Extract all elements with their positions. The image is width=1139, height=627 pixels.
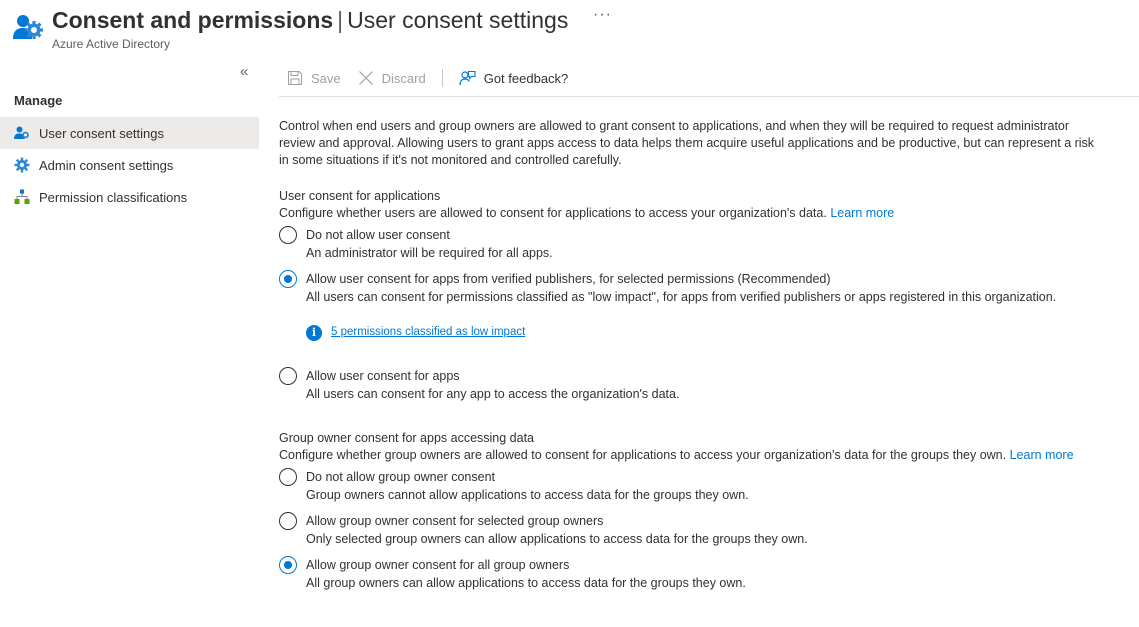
- sidebar-nav: User consent settings Admin consent sett…: [0, 117, 259, 213]
- radio-button[interactable]: [279, 512, 297, 530]
- radio-option-do-not-allow-user-consent[interactable]: Do not allow user consent An administrat…: [279, 226, 1099, 262]
- sidebar-section-label: Manage: [14, 93, 63, 108]
- sidebar-item-label: User consent settings: [39, 125, 165, 141]
- toolbar-divider: [441, 69, 443, 87]
- page-title: Consent and permissions | User consent set…: [52, 5, 568, 35]
- user-consent-section-title: User consent for applications: [279, 189, 441, 203]
- sidebar: « Manage User consent settings Admin con…: [0, 60, 260, 627]
- discard-button[interactable]: Discard: [358, 60, 426, 97]
- info-icon: i: [306, 324, 322, 341]
- save-icon: [288, 71, 302, 85]
- radio-option-do-not-allow-group-owner-consent[interactable]: Do not allow group owner consent Group o…: [279, 468, 1099, 504]
- option-label: Allow user consent for apps from verifie…: [306, 272, 831, 286]
- user-consent-section-description: Configure whether users are allowed to c…: [279, 205, 1099, 222]
- feedback-button[interactable]: Got feedback?: [459, 60, 569, 97]
- option-label: Do not allow group owner consent: [306, 470, 496, 484]
- option-description: All users can consent for any app to acc…: [306, 387, 680, 401]
- command-bar: Save Discard Got feedback?: [279, 60, 1139, 97]
- save-label: Save: [311, 70, 341, 86]
- main-content: Save Discard Got feedback? Control when …: [279, 60, 1139, 627]
- page-subtitle: Azure Active Directory: [52, 37, 171, 51]
- radio-option-allow-verified-publishers[interactable]: Allow user consent for apps from verifie…: [279, 270, 1099, 341]
- collapse-sidebar-button[interactable]: «: [240, 63, 248, 80]
- option-label: Allow group owner consent for all group …: [306, 558, 570, 572]
- intro-text: Control when end users and group owners …: [279, 119, 1095, 167]
- group-consent-description-text: Configure whether group owners are allow…: [279, 448, 1007, 462]
- sidebar-item-admin-consent-settings[interactable]: Admin consent settings: [0, 149, 259, 181]
- radio-button-selected[interactable]: [279, 556, 297, 574]
- option-label: Do not allow user consent: [306, 228, 450, 242]
- radio-option-allow-user-consent-for-apps[interactable]: Allow user consent for apps All users ca…: [279, 367, 1099, 403]
- option-label: Allow user consent for apps: [306, 369, 460, 383]
- sidebar-item-label: Permission classifications: [39, 189, 188, 205]
- low-impact-permissions-info: i 5 permissions classified as low impact: [306, 324, 1099, 341]
- option-description: Only selected group owners can allow app…: [306, 532, 808, 546]
- user-consent-learn-more-link[interactable]: Learn more: [830, 206, 894, 220]
- option-label: Allow group owner consent for selected g…: [306, 514, 604, 528]
- user-gear-icon: [13, 15, 43, 39]
- group-consent-learn-more-link[interactable]: Learn more: [1010, 448, 1074, 462]
- feedback-label: Got feedback?: [483, 70, 569, 86]
- feedback-icon: [459, 70, 476, 85]
- hierarchy-icon: [14, 189, 30, 204]
- gear-icon: [14, 157, 30, 173]
- user-consent-description-text: Configure whether users are allowed to c…: [279, 206, 827, 220]
- group-consent-section-title: Group owner consent for apps accessing d…: [279, 431, 535, 445]
- sidebar-item-label: Admin consent settings: [39, 157, 174, 173]
- page-title-section: User consent settings: [347, 7, 569, 33]
- sidebar-item-user-consent-settings[interactable]: User consent settings: [0, 117, 259, 149]
- radio-button[interactable]: [279, 226, 297, 244]
- radio-option-selected-group-owners[interactable]: Allow group owner consent for selected g…: [279, 512, 1099, 548]
- title-separator: |: [337, 7, 344, 33]
- close-icon: [358, 71, 373, 85]
- option-description: An administrator will be required for al…: [306, 246, 553, 260]
- page-title-main: Consent and permissions: [52, 7, 334, 33]
- option-description: Group owners cannot allow applications t…: [306, 488, 749, 502]
- low-impact-permissions-link[interactable]: 5 permissions classified as low impact: [331, 324, 525, 341]
- save-button[interactable]: Save: [287, 60, 341, 97]
- radio-option-all-group-owners[interactable]: Allow group owner consent for all group …: [279, 556, 1099, 592]
- discard-label: Discard: [381, 70, 426, 86]
- radio-button[interactable]: [279, 468, 297, 486]
- option-description: All group owners can allow applications …: [306, 576, 746, 590]
- option-description: All users can consent for permissions cl…: [306, 290, 1057, 304]
- consent-settings-form: Control when end users and group owners …: [279, 118, 1099, 592]
- group-consent-section-description: Configure whether group owners are allow…: [279, 447, 1099, 464]
- user-gear-icon: [14, 126, 29, 139]
- page-header: Consent and permissions | User consent set…: [0, 0, 1139, 56]
- more-options-button[interactable]: ···: [593, 6, 612, 24]
- radio-button[interactable]: [279, 367, 297, 385]
- radio-button-selected[interactable]: [279, 270, 297, 288]
- sidebar-item-permission-classifications[interactable]: Permission classifications: [0, 181, 259, 213]
